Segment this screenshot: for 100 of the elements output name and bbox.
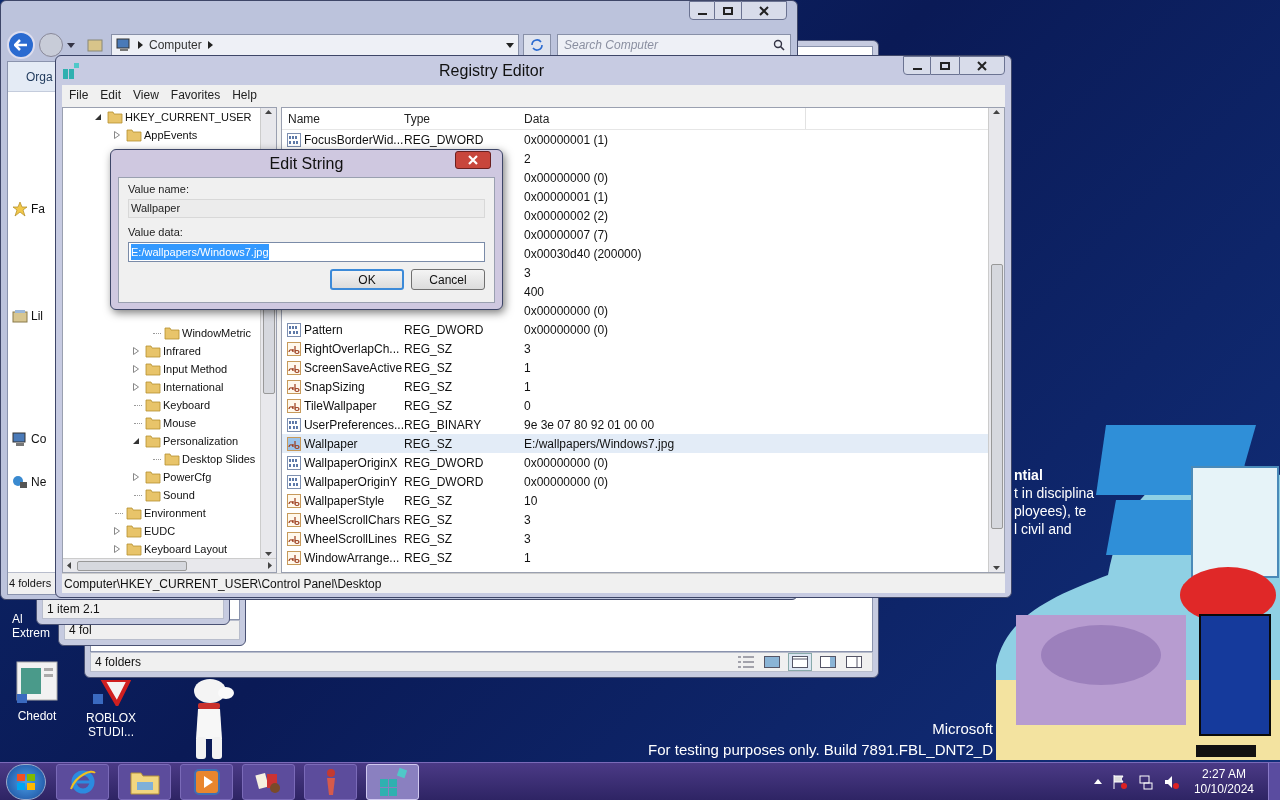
tree-item[interactable]: Keyboard Layout	[144, 540, 228, 558]
scroll-right-icon[interactable]	[268, 562, 272, 569]
tree-item[interactable]: AppEvents	[144, 126, 198, 144]
folder-icon	[164, 326, 180, 340]
menu-item[interactable]: Help	[226, 86, 263, 104]
value-name[interactable]: WallpaperOriginX	[304, 453, 398, 472]
value-name[interactable]: SnapSizing	[304, 377, 365, 396]
sidebar-item[interactable]: Ne	[31, 473, 47, 491]
menu-item[interactable]: Favorites	[164, 86, 227, 104]
maximize-button[interactable]	[715, 1, 741, 20]
show-hidden-icons-icon[interactable]	[1093, 779, 1102, 784]
tree-item[interactable]: Sound	[163, 486, 195, 504]
start-button[interactable]	[6, 763, 46, 800]
value-data: 1	[524, 378, 531, 396]
column-header[interactable]: Data	[524, 108, 806, 129]
thumbnail-view-button[interactable]	[762, 654, 782, 670]
dialog-button[interactable]: OK	[330, 269, 404, 290]
clock[interactable]: 2:27 AM 10/10/2024	[1189, 766, 1258, 797]
close-button[interactable]	[741, 1, 787, 20]
window-layout-button[interactable]	[788, 653, 812, 671]
desktop-icon-label: Chedot	[17, 709, 57, 723]
collapsed-arrow-icon[interactable]	[114, 527, 120, 535]
expanded-arrow-icon[interactable]	[132, 437, 140, 445]
close-button[interactable]	[959, 56, 1005, 75]
value-name[interactable]: WheelScrollLines	[304, 529, 397, 548]
value-name[interactable]: FocusBorderWid...	[304, 130, 404, 149]
menu-item[interactable]: View	[127, 86, 165, 104]
close-button[interactable]	[455, 151, 491, 169]
column-header[interactable]: Name	[282, 108, 404, 129]
horizontal-scrollbar[interactable]	[63, 558, 276, 572]
tree-item[interactable]: Infrared	[163, 342, 201, 360]
refresh-button[interactable]	[523, 34, 551, 56]
value-name[interactable]: RightOverlapCh...	[304, 339, 400, 358]
tree-item[interactable]: International	[163, 378, 224, 396]
value-name[interactable]: WallpaperStyle	[304, 491, 385, 510]
tree-item[interactable]: Personalization	[163, 432, 239, 450]
scroll-up-icon[interactable]	[993, 110, 1000, 114]
tree-item[interactable]: PowerCfg	[163, 468, 212, 486]
value-data: 0	[524, 397, 531, 415]
tree-item[interactable]: Mouse	[163, 414, 197, 432]
back-button[interactable]	[7, 31, 35, 59]
chevron-icon	[207, 41, 213, 49]
value-name[interactable]: UserPreferences...	[303, 415, 404, 434]
collapsed-arrow-icon[interactable]	[114, 545, 120, 553]
folder-icon	[126, 506, 142, 520]
column-header[interactable]: Type	[404, 108, 524, 129]
app-window-icon[interactable]	[15, 660, 59, 704]
value-name[interactable]: Pattern	[304, 320, 343, 339]
sidebar-item[interactable]: Co	[31, 430, 47, 448]
tree-item[interactable]: Desktop Slides	[182, 450, 256, 468]
value-name[interactable]: Wallpaper	[304, 434, 358, 453]
scroll-left-icon[interactable]	[67, 562, 71, 569]
menu-item[interactable]: Edit	[94, 86, 128, 104]
tree-item[interactable]: WindowMetric	[182, 324, 252, 342]
status-text: 4 fol	[69, 622, 92, 639]
scroll-down-icon[interactable]	[993, 566, 1000, 570]
value-name[interactable]: WindowArrange...	[304, 548, 400, 567]
organize-menu[interactable]: Orga	[26, 67, 53, 86]
tree-item[interactable]: HKEY_CURRENT_USER	[125, 108, 252, 126]
string-value-icon	[287, 493, 301, 508]
sidebar-item[interactable]: Fa	[31, 200, 45, 218]
minimize-button[interactable]	[903, 56, 931, 75]
details-pane-button[interactable]	[844, 654, 864, 670]
value-name[interactable]: ScreenSaveActive	[304, 358, 403, 377]
collapsed-arrow-icon[interactable]	[133, 473, 139, 481]
collapsed-arrow-icon[interactable]	[133, 365, 139, 373]
value-name[interactable]: TileWallpaper	[304, 396, 377, 415]
value-data: 3	[524, 340, 531, 358]
tree-item[interactable]: Input Method	[163, 360, 228, 378]
expanded-arrow-icon[interactable]	[94, 113, 102, 121]
address-bar[interactable]: Computer	[111, 34, 519, 56]
taskbar-button[interactable]	[118, 763, 171, 800]
shortcut-icon[interactable]	[91, 680, 131, 706]
maximize-button[interactable]	[931, 56, 959, 75]
vertical-scrollbar[interactable]	[988, 108, 1004, 572]
history-dropdown-icon[interactable]	[67, 42, 75, 48]
taskbar-button[interactable]	[242, 763, 295, 800]
address-dropdown-icon[interactable]	[506, 42, 514, 48]
collapsed-arrow-icon[interactable]	[133, 383, 139, 391]
scrollbar-thumb[interactable]	[990, 264, 1003, 529]
taskbar-button[interactable]	[56, 763, 109, 800]
menu-item[interactable]: File	[63, 86, 95, 104]
scroll-up-icon[interactable]	[265, 110, 272, 114]
sidebar-item[interactable]: Lil	[31, 307, 43, 325]
value-name[interactable]: WheelScrollChars	[304, 510, 401, 529]
search-field[interactable]: Search Computer	[557, 34, 791, 56]
collapsed-arrow-icon[interactable]	[133, 347, 139, 355]
preview-pane-button[interactable]	[818, 654, 838, 670]
minimize-button[interactable]	[689, 1, 715, 20]
collapsed-arrow-icon[interactable]	[114, 131, 120, 139]
scroll-down-icon[interactable]	[265, 552, 272, 556]
dialog-button[interactable]: Cancel	[411, 269, 485, 290]
taskbar-button[interactable]	[180, 763, 233, 800]
string-value-icon	[287, 550, 301, 565]
flag-icon[interactable]	[1111, 773, 1128, 790]
tree-item[interactable]: Keyboard	[163, 396, 211, 414]
network-icon[interactable]	[1137, 773, 1154, 790]
tree-item[interactable]: EUDC	[144, 522, 176, 540]
value-name[interactable]: WallpaperOriginY	[304, 472, 398, 491]
tree-item[interactable]: Environment	[144, 504, 206, 522]
